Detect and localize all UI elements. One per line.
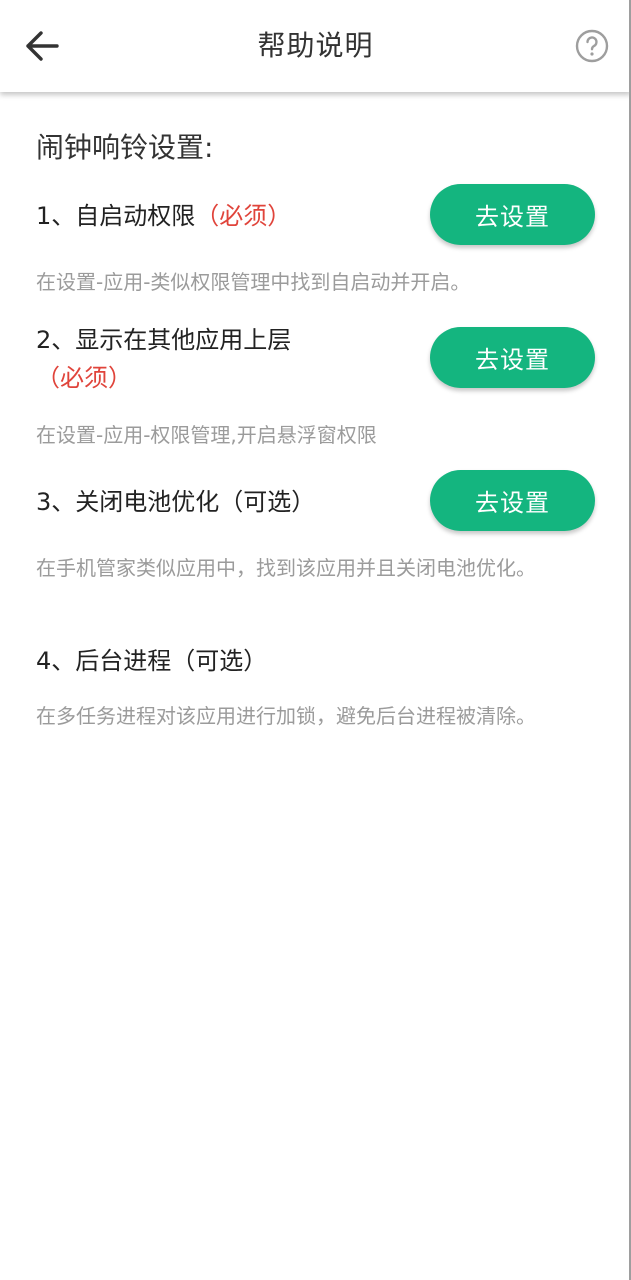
- item-title-battery: 3、关闭电池优化（可选）: [36, 483, 386, 521]
- help-button[interactable]: [573, 27, 611, 65]
- section-title: 闹钟响铃设置:: [36, 131, 214, 164]
- help-screen: 帮助说明 闹钟响铃设置: 1、自启动权限（必须） 去设置 在设置-应用-类似权限…: [0, 0, 631, 1280]
- item-title-text: 4、后台进程（可选）: [36, 647, 268, 675]
- item-title-text: 2、显示在其他应用上层: [36, 326, 292, 354]
- page-title: 帮助说明: [257, 29, 374, 62]
- item-title-text: 3、关闭电池优化（可选）: [36, 488, 316, 516]
- item-title-text: 1、自启动权限: [36, 202, 196, 230]
- item-description-background: 在多任务进程对该应用进行加锁，避免后台进程被清除。: [36, 704, 536, 728]
- autostart-settings-button[interactable]: 去设置: [430, 184, 595, 245]
- app-bar: 帮助说明: [0, 0, 631, 92]
- item-title-autostart: 1、自启动权限（必须）: [36, 197, 386, 235]
- battery-settings-button[interactable]: 去设置: [430, 470, 595, 531]
- question-circle-icon: [575, 29, 609, 63]
- item-description-overlay: 在设置-应用-权限管理,开启悬浮窗权限: [36, 423, 377, 447]
- required-tag: （必须）: [36, 364, 132, 392]
- overlay-settings-button[interactable]: 去设置: [430, 327, 595, 388]
- item-title-background: 4、后台进程（可选）: [36, 642, 386, 680]
- item-title-overlay: 2、显示在其他应用上层 （必须）: [36, 321, 386, 397]
- item-description-autostart: 在设置-应用-类似权限管理中找到自启动并开启。: [36, 270, 471, 294]
- required-tag: （必须）: [195, 202, 292, 230]
- item-description-battery: 在手机管家类似应用中，找到该应用并且关闭电池优化。: [36, 556, 536, 580]
